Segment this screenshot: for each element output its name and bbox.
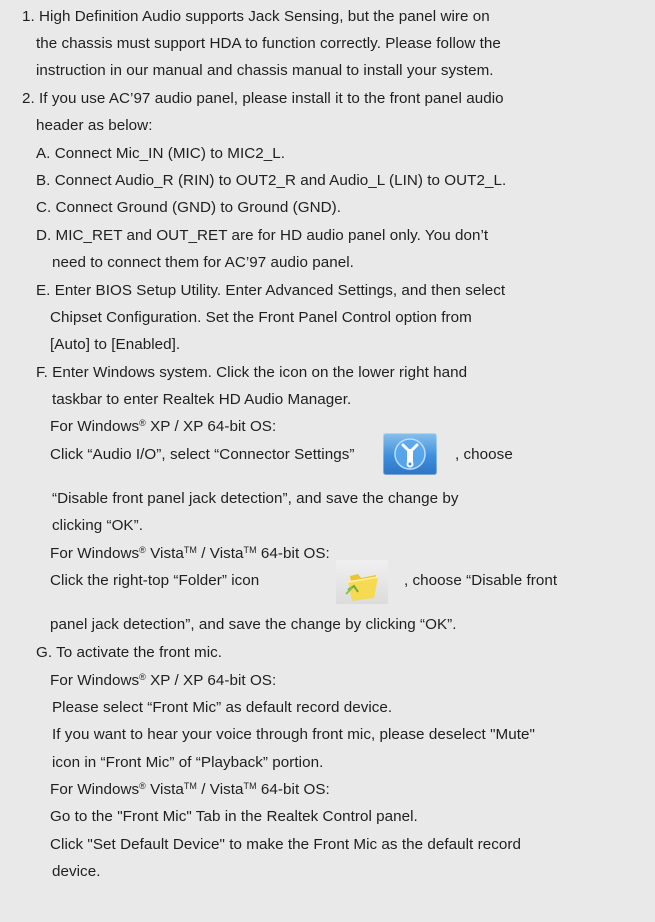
manual-page: 1. High Definition Audio supports Jack S… [0,0,655,922]
note-1-line-1: 1. High Definition Audio supports Jack S… [22,8,490,25]
step-g-xp-line-3: icon in “Front Mic” of “Playback” portio… [52,754,324,771]
note-2-line-1: 2. If you use AC’97 audio panel, please … [22,90,504,107]
step-f-vista-line-2: panel jack detection”, and save the chan… [50,616,457,633]
step-f-xp-line-1: Click “Audio I/O”, select “Connector Set… [50,446,355,463]
step-f-line-2: taskbar to enter Realtek HD Audio Manage… [52,391,352,408]
os-heading-text: Vista [145,545,184,562]
step-f-vista-line-1: Click the right-top “Folder” icon [50,572,260,589]
step-e-line-2: Chipset Configuration. Set the Front Pan… [50,309,472,326]
step-g-xp-line-2: If you want to hear your voice through f… [52,726,535,743]
registered-mark: ® [139,418,146,428]
step-g-xp-heading: For Windows® XP / XP 64-bit OS: [50,672,276,690]
os-heading-text: For Windows [50,418,140,435]
step-d-line-2: need to connect them for AC’97 audio pan… [52,254,354,271]
folder-icon [336,560,388,604]
step-a: A. Connect Mic_IN (MIC) to MIC2_L. [36,145,285,162]
step-f-xp-line-1-end: , choose [455,446,513,463]
trademark-mark: TM [243,781,257,791]
step-g-vista-heading: For Windows® VistaTM / VistaTM 64-bit OS… [50,781,330,799]
os-heading-text: Vista [145,781,184,798]
os-heading-text: / Vista [196,781,244,798]
os-heading-text: For Windows [50,545,140,562]
step-d-line-1: D. MIC_RET and OUT_RET are for HD audio … [36,227,489,244]
os-heading-text: XP / XP 64-bit OS: [145,672,277,689]
step-e-line-1: E. Enter BIOS Setup Utility. Enter Advan… [36,282,506,299]
note-1-line-3: instruction in our manual and chassis ma… [36,62,494,79]
step-f-vista-line-1-end: , choose “Disable front [404,572,558,589]
step-g-line-1: G. To activate the front mic. [36,644,223,661]
trademark-mark: TM [183,545,197,555]
trademark-mark: TM [183,781,197,791]
step-b: B. Connect Audio_R (RIN) to OUT2_R and A… [36,172,507,189]
step-g-vista-line-2: Click "Set Default Device" to make the F… [50,836,521,853]
step-e-line-3: [Auto] to [Enabled]. [50,336,181,353]
step-f-xp-line-2: “Disable front panel jack detection”, an… [52,490,459,507]
step-g-vista-line-3: device. [52,863,101,880]
os-heading-text: For Windows [50,781,140,798]
os-heading-text: 64-bit OS: [256,781,330,798]
note-1-line-2: the chassis must support HDA to function… [36,35,501,52]
registered-mark: ® [139,672,146,682]
os-heading-text: 64-bit OS: [256,545,330,562]
trademark-mark: TM [243,545,257,555]
step-c: C. Connect Ground (GND) to Ground (GND). [36,199,342,216]
step-g-xp-line-1: Please select “Front Mic” as default rec… [52,699,393,716]
step-f-line-1: F. Enter Windows system. Click the icon … [36,364,468,381]
registered-mark: ® [139,545,146,555]
wrench-settings-icon [383,433,437,475]
registered-mark: ® [139,781,146,791]
note-2-line-2: header as below: [36,117,153,134]
step-f-vista-heading: For Windows® VistaTM / VistaTM 64-bit OS… [50,545,330,563]
os-heading-text: XP / XP 64-bit OS: [145,418,277,435]
os-heading-text: / Vista [196,545,244,562]
os-heading-text: For Windows [50,672,140,689]
step-f-xp-heading: For Windows® XP / XP 64-bit OS: [50,418,276,436]
step-f-xp-line-3: clicking “OK”. [52,517,143,534]
step-g-vista-line-1: Go to the "Front Mic" Tab in the Realtek… [50,808,418,825]
